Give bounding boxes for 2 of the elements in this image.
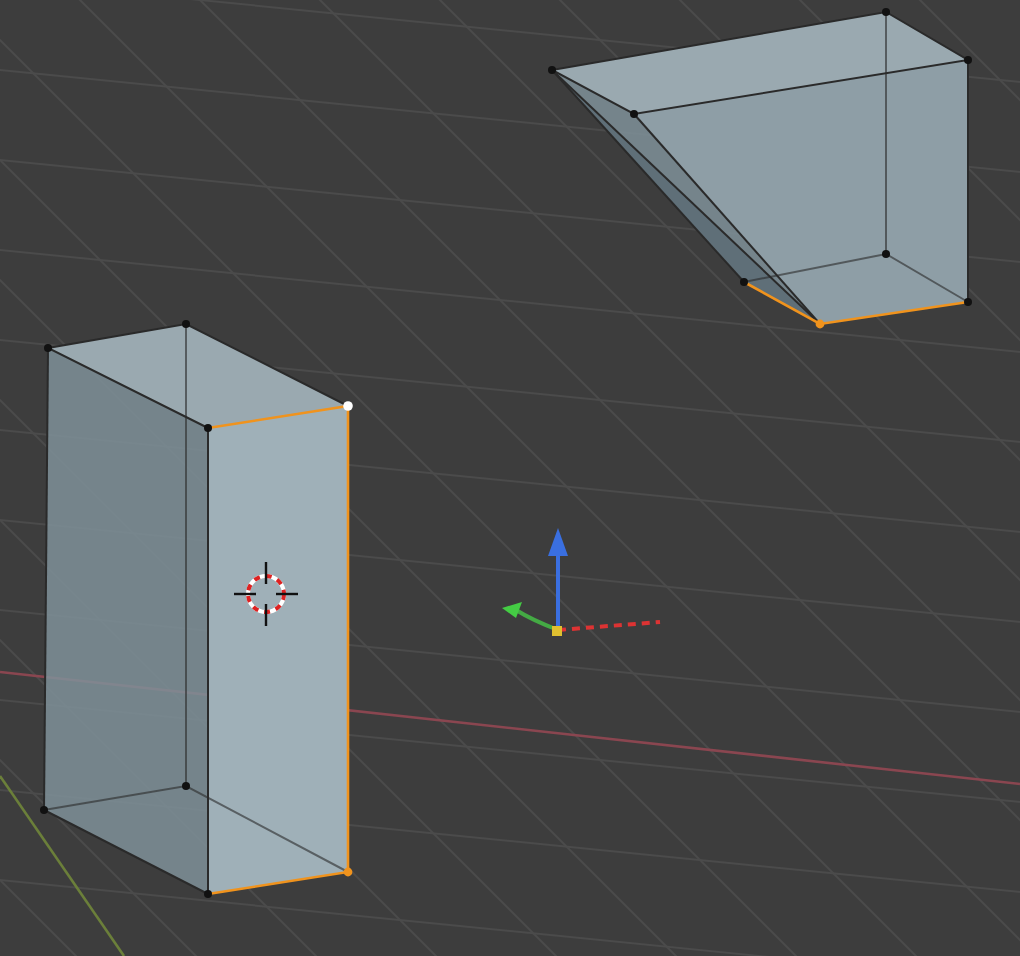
transform-gizmo-icon[interactable] (502, 528, 661, 636)
cursor-3d-icon[interactable] (234, 562, 298, 626)
